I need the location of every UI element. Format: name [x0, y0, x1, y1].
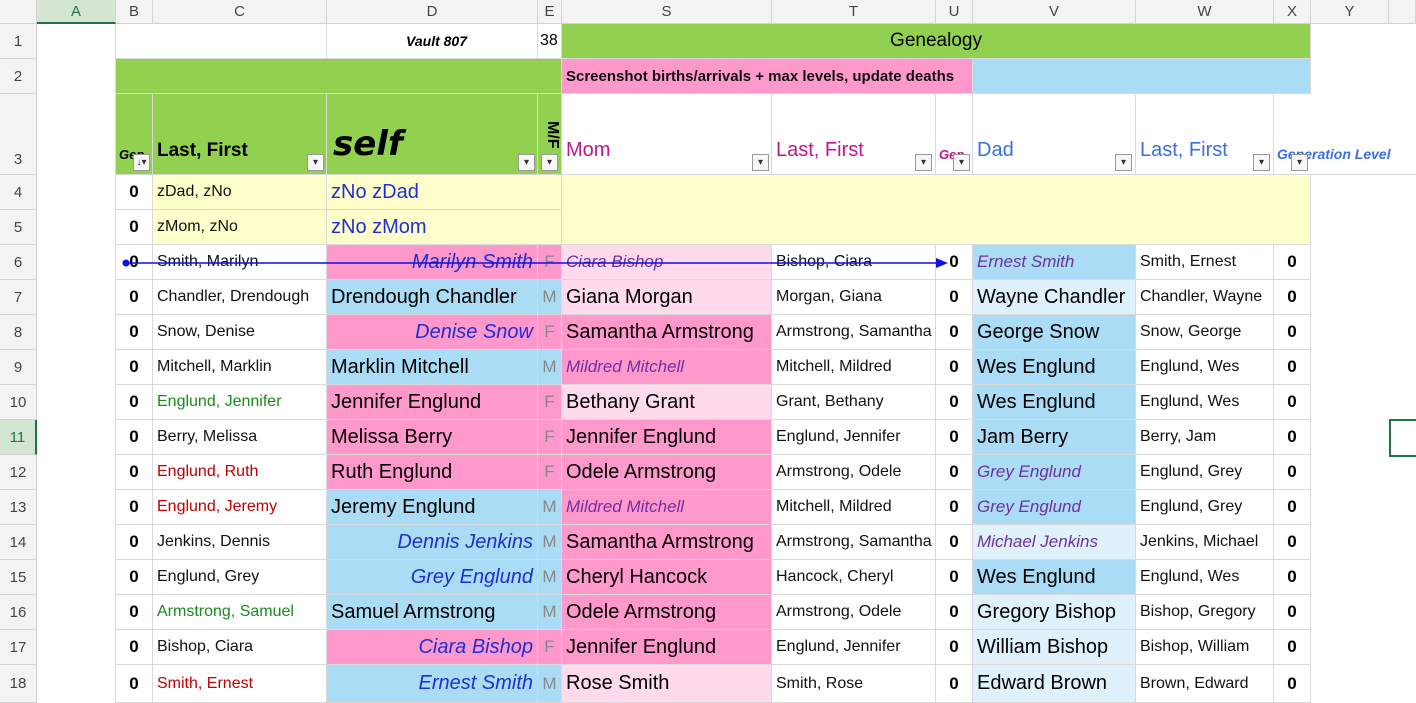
spreadsheet-grid: A B C D E S T U V W X Y 1 2 3 4 5 6 7 8 …: [0, 0, 1416, 703]
trace-arrow: [122, 258, 948, 268]
